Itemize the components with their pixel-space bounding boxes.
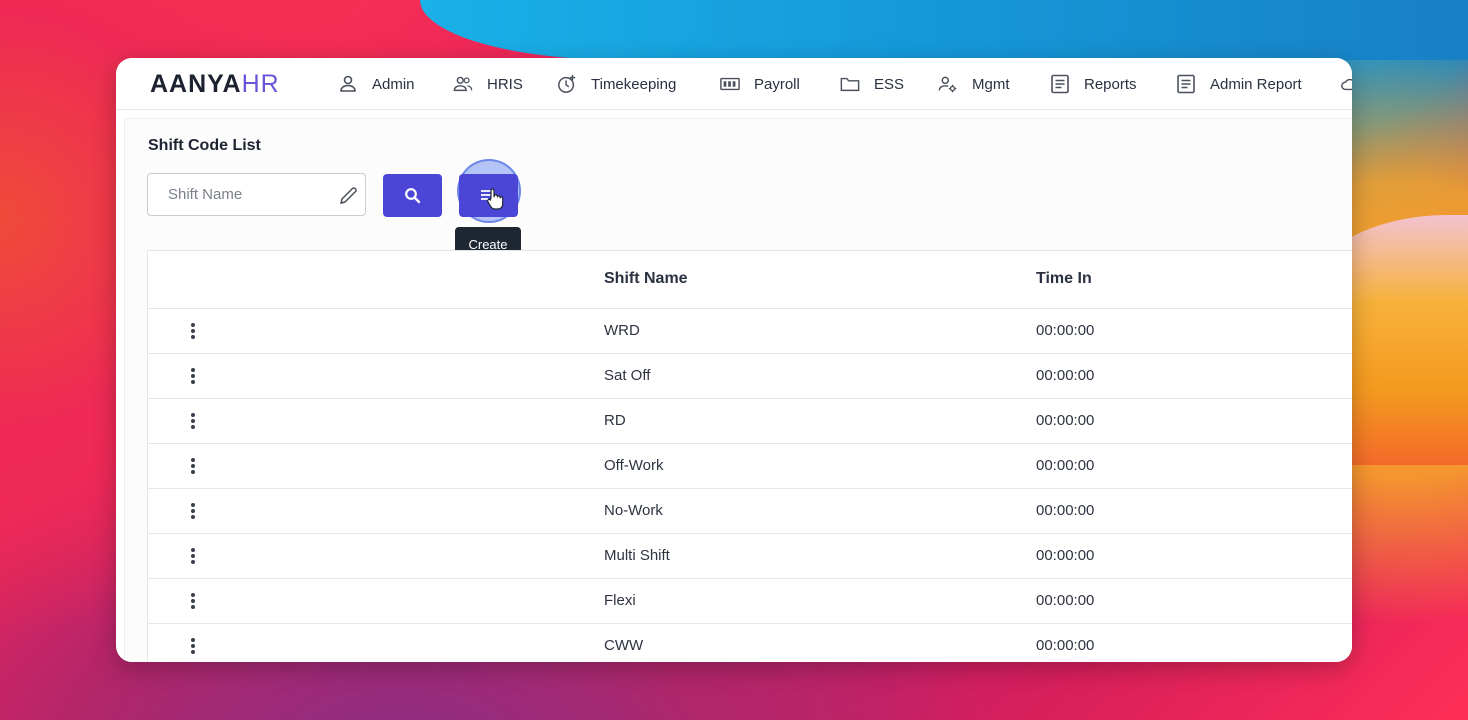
nav-item-label: Admin Report — [1210, 75, 1302, 93]
nav-item-admin-report[interactable]: Admin Report — [1176, 72, 1302, 96]
time-in-cell: 00:00:00 — [1036, 367, 1095, 384]
time-in-cell: 00:00:00 — [1036, 502, 1095, 519]
table-row: Sat Off 00:00:00 — [148, 354, 1352, 399]
logo-main: AANYA — [150, 70, 242, 98]
nav-item-timekeeping[interactable]: Timekeeping — [557, 72, 676, 96]
shift-name-cell: Sat Off — [604, 367, 651, 384]
table-row: Flexi 00:00:00 — [148, 579, 1352, 624]
nav-item-label: Payroll — [754, 75, 800, 93]
create-button[interactable] — [459, 174, 518, 217]
shift-code-table: Shift Name Time In WRD 00:00:00 Sat Off … — [147, 250, 1352, 662]
table-row: RD 00:00:00 — [148, 399, 1352, 444]
row-actions-kebab-icon[interactable] — [188, 411, 198, 433]
table-row: Multi Shift 00:00:00 — [148, 534, 1352, 579]
shift-name-cell: CWW — [604, 637, 644, 654]
row-actions-kebab-icon[interactable] — [188, 366, 198, 388]
column-header-shift-name[interactable]: Shift Name — [604, 270, 688, 288]
nav-item-label: Admin — [372, 75, 415, 93]
row-actions-kebab-icon[interactable] — [188, 456, 198, 478]
shift-name-cell: Multi Shift — [604, 547, 670, 564]
nav-item-label: ESS — [874, 75, 905, 93]
clock-plus-icon — [558, 74, 576, 93]
folder-icon — [840, 77, 860, 92]
shift-name-cell: WRD — [604, 322, 640, 339]
user-gear-icon — [938, 76, 957, 93]
nav-item-label: Mgmt — [972, 75, 1010, 93]
row-actions-kebab-icon[interactable] — [188, 636, 198, 658]
nav-item-label: Reports — [1084, 75, 1137, 93]
shift-name-cell: No-Work — [604, 502, 663, 519]
nav-item-admin[interactable]: Admin — [338, 72, 415, 96]
time-in-cell: 00:00:00 — [1036, 592, 1095, 609]
search-icon — [404, 187, 420, 203]
app-logo[interactable]: AANYAHR — [150, 70, 280, 99]
document-icon — [1177, 74, 1195, 94]
shift-name-cell: Flexi — [604, 592, 636, 609]
top-navigation: AANYAHR Admin HRIS Timekeeping Payroll E… — [116, 58, 1352, 110]
app-window: AANYAHR Admin HRIS Timekeeping Payroll E… — [116, 58, 1352, 662]
shift-name-cell: RD — [604, 412, 626, 429]
time-in-cell: 00:00:00 — [1036, 547, 1095, 564]
nav-item-label: HRIS — [487, 75, 523, 93]
table-row: CWW 00:00:00 — [148, 624, 1352, 662]
nav-item-hris[interactable]: HRIS — [453, 72, 523, 96]
table-row: No-Work 00:00:00 — [148, 489, 1352, 534]
shift-name-input[interactable] — [168, 186, 328, 203]
nav-item-payroll[interactable]: Payroll — [720, 72, 800, 96]
row-actions-kebab-icon[interactable] — [188, 546, 198, 568]
table-header: Shift Name Time In — [148, 251, 1352, 309]
document-icon — [1051, 74, 1069, 94]
hand-cursor-icon — [487, 188, 504, 210]
time-in-cell: 00:00:00 — [1036, 637, 1095, 654]
page-title: Shift Code List — [148, 137, 261, 154]
shift-name-cell: Off-Work — [604, 457, 664, 474]
shift-name-search-field[interactable] — [147, 173, 366, 216]
pencil-icon — [339, 187, 357, 205]
nav-item-mgmt[interactable]: Mgmt — [938, 72, 1010, 96]
row-actions-kebab-icon[interactable] — [188, 591, 198, 613]
row-actions-kebab-icon[interactable] — [188, 501, 198, 523]
time-in-cell: 00:00:00 — [1036, 457, 1095, 474]
time-in-cell: 00:00:00 — [1036, 412, 1095, 429]
search-button[interactable] — [383, 174, 442, 217]
person-icon — [340, 75, 356, 92]
row-actions-kebab-icon[interactable] — [188, 321, 198, 343]
money-icon — [720, 77, 740, 91]
nav-item-overflow[interactable] — [1340, 72, 1352, 96]
wallpaper-wave-blue — [420, 0, 1468, 60]
table-row: WRD 00:00:00 — [148, 309, 1352, 354]
nav-item-label: Timekeeping — [591, 75, 677, 93]
people-icon — [453, 76, 473, 92]
logo-suffix: HR — [241, 70, 280, 98]
table-row: Off-Work 00:00:00 — [148, 444, 1352, 489]
column-header-time-in[interactable]: Time In — [1036, 270, 1092, 288]
nav-item-reports[interactable]: Reports — [1050, 72, 1137, 96]
cloud-icon — [1341, 78, 1352, 91]
main-content: Shift Code List Create Shift Name Time I… — [124, 118, 1352, 662]
time-in-cell: 00:00:00 — [1036, 322, 1095, 339]
nav-item-ess[interactable]: ESS — [840, 72, 904, 96]
